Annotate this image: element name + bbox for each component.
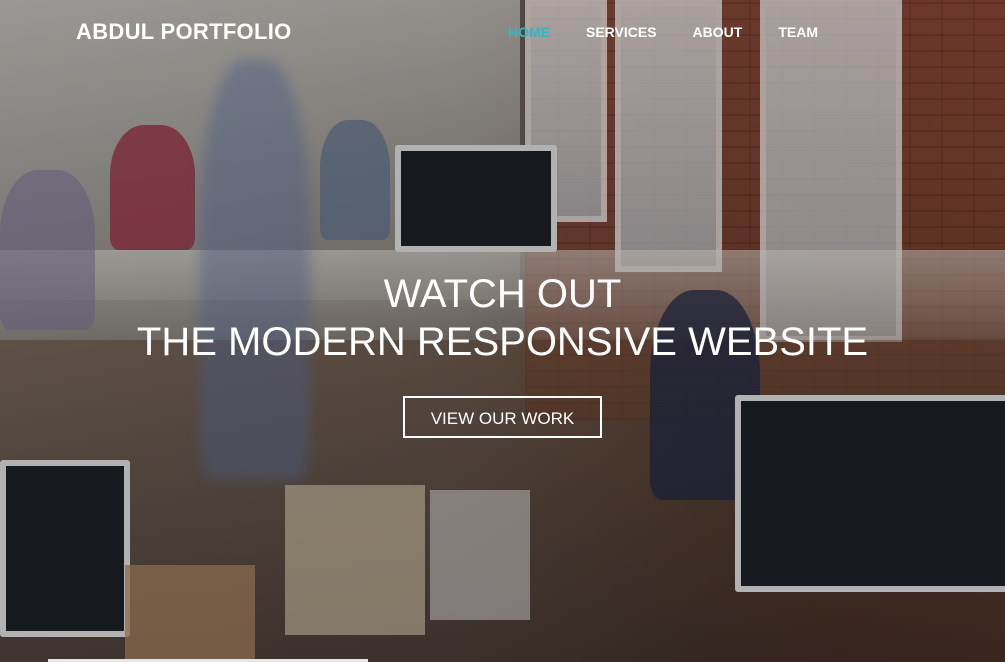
nav-item-services[interactable]: SERVICES [568,24,675,40]
brand-logo[interactable]: ABDUL PORTFOLIO [76,19,292,45]
hero-section: ABDUL PORTFOLIO HOME SERVICES ABOUT TEAM… [0,0,1005,662]
navbar: ABDUL PORTFOLIO HOME SERVICES ABOUT TEAM [0,0,1005,64]
view-our-work-button[interactable]: VIEW OUR WORK [402,396,603,438]
main-nav: HOME SERVICES ABOUT TEAM [490,24,836,40]
hero-headline-line1: WATCH OUT [383,272,622,316]
nav-item-about[interactable]: ABOUT [675,24,761,40]
hero-content: WATCH OUT THE MODERN RESPONSIVE WEBSITE … [0,270,1005,438]
nav-item-team[interactable]: TEAM [760,24,836,40]
nav-item-home[interactable]: HOME [490,24,568,40]
hero-headline-line2: THE MODERN RESPONSIVE WEBSITE [136,320,869,364]
